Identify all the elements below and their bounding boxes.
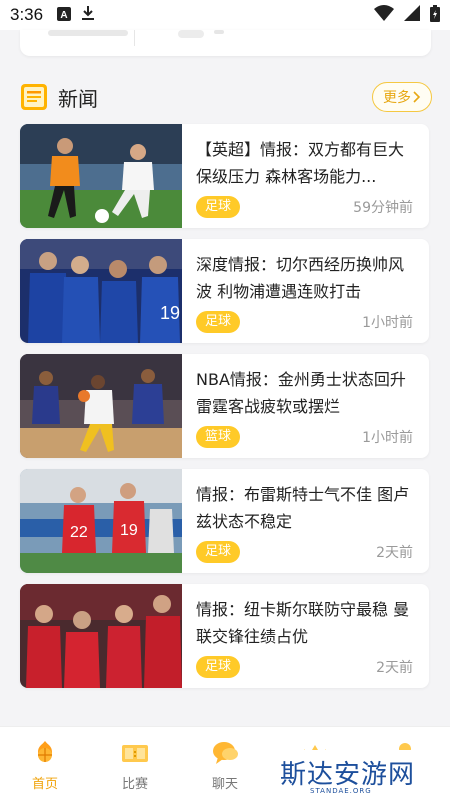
- news-thumbnail: [20, 124, 182, 228]
- download-icon: [81, 5, 95, 25]
- category-tag: 足球: [196, 196, 241, 218]
- nav-item-matches[interactable]: 比赛: [90, 727, 180, 800]
- status-time: 3:36: [10, 5, 44, 24]
- status-bar: 3:36 A: [0, 0, 450, 30]
- watermark-domain: STANDAE.ORG: [310, 787, 372, 795]
- news-thumbnail: 19: [20, 239, 182, 343]
- nav-label-chat: 聊天: [211, 777, 238, 792]
- battery-icon: [430, 4, 440, 26]
- watermark-text: 斯达安游网: [280, 760, 416, 790]
- chevron-right-icon: [413, 91, 421, 103]
- news-title: 【英超】情报：双方都有巨大保级压力 森林客场能力...: [196, 140, 405, 186]
- previous-card: [20, 30, 431, 56]
- news-title: 情报：布雷斯特士气不佳 图卢兹状态不稳定: [196, 485, 410, 531]
- cell-signal-icon: [404, 5, 420, 25]
- site-watermark: 斯达安游网 STANDAE.ORG: [250, 750, 450, 800]
- news-thumbnail: 22 19: [20, 469, 182, 573]
- svg-text:A: A: [60, 10, 67, 21]
- news-time: 2天前: [376, 660, 413, 676]
- more-label: 更多: [383, 90, 411, 106]
- home-basketball-icon: [38, 741, 52, 762]
- news-title: 深度情报：切尔西经历换帅风波 利物浦遭遇连败打击: [196, 255, 405, 301]
- news-time: 59分钟前: [353, 200, 413, 216]
- news-title: NBA情报：金州勇士状态回升 雷霆客战疲软或摆烂: [196, 370, 406, 416]
- news-time: 2天前: [376, 545, 413, 561]
- signal-icon: [374, 5, 394, 25]
- category-tag: 足球: [196, 311, 241, 333]
- more-button[interactable]: 更多: [372, 82, 432, 112]
- category-tag: 足球: [196, 541, 241, 563]
- news-title: 情报：纽卡斯尔联防守最稳 曼联交锋往绩占优: [196, 600, 410, 646]
- news-time: 1小时前: [362, 430, 413, 446]
- scoreboard-icon: [122, 745, 148, 762]
- nav-label-home: 首页: [31, 777, 58, 792]
- news-thumbnail: [20, 354, 182, 458]
- news-item[interactable]: NBA情报：金州勇士状态回升 雷霆客战疲软或摆烂 篮球 1小时前: [20, 354, 429, 458]
- news-item[interactable]: 19 深度情报：切尔西经历换帅风波 利物浦遭遇连败打击 足球 1小时前: [20, 239, 429, 343]
- svg-text:19: 19: [160, 303, 180, 323]
- nav-label-matches: 比赛: [121, 777, 148, 792]
- news-list: 【英超】情报：双方都有巨大保级压力 森林客场能力... 足球 59分钟前 19: [20, 124, 429, 699]
- font-a-icon: A: [57, 6, 72, 25]
- news-item[interactable]: 情报：纽卡斯尔联防守最稳 曼联交锋往绩占优 足球 2天前: [20, 584, 429, 688]
- category-tag: 篮球: [196, 426, 241, 448]
- news-thumbnail: [20, 584, 182, 688]
- news-item[interactable]: 【英超】情报：双方都有巨大保级压力 森林客场能力... 足球 59分钟前: [20, 124, 429, 228]
- newspaper-icon: [21, 84, 47, 110]
- nav-item-home[interactable]: 首页: [0, 727, 90, 800]
- chat-icon: [213, 742, 238, 764]
- svg-text:19: 19: [120, 522, 138, 539]
- news-time: 1小时前: [362, 315, 413, 331]
- section-title: 新闻: [58, 86, 98, 111]
- category-tag: 足球: [196, 656, 241, 678]
- svg-text:22: 22: [70, 524, 88, 541]
- news-item[interactable]: 22 19 情报：布雷斯特士气不佳 图卢兹状态不稳定 足球 2天前: [20, 469, 429, 573]
- news-section-header: 新闻 更多: [20, 80, 432, 114]
